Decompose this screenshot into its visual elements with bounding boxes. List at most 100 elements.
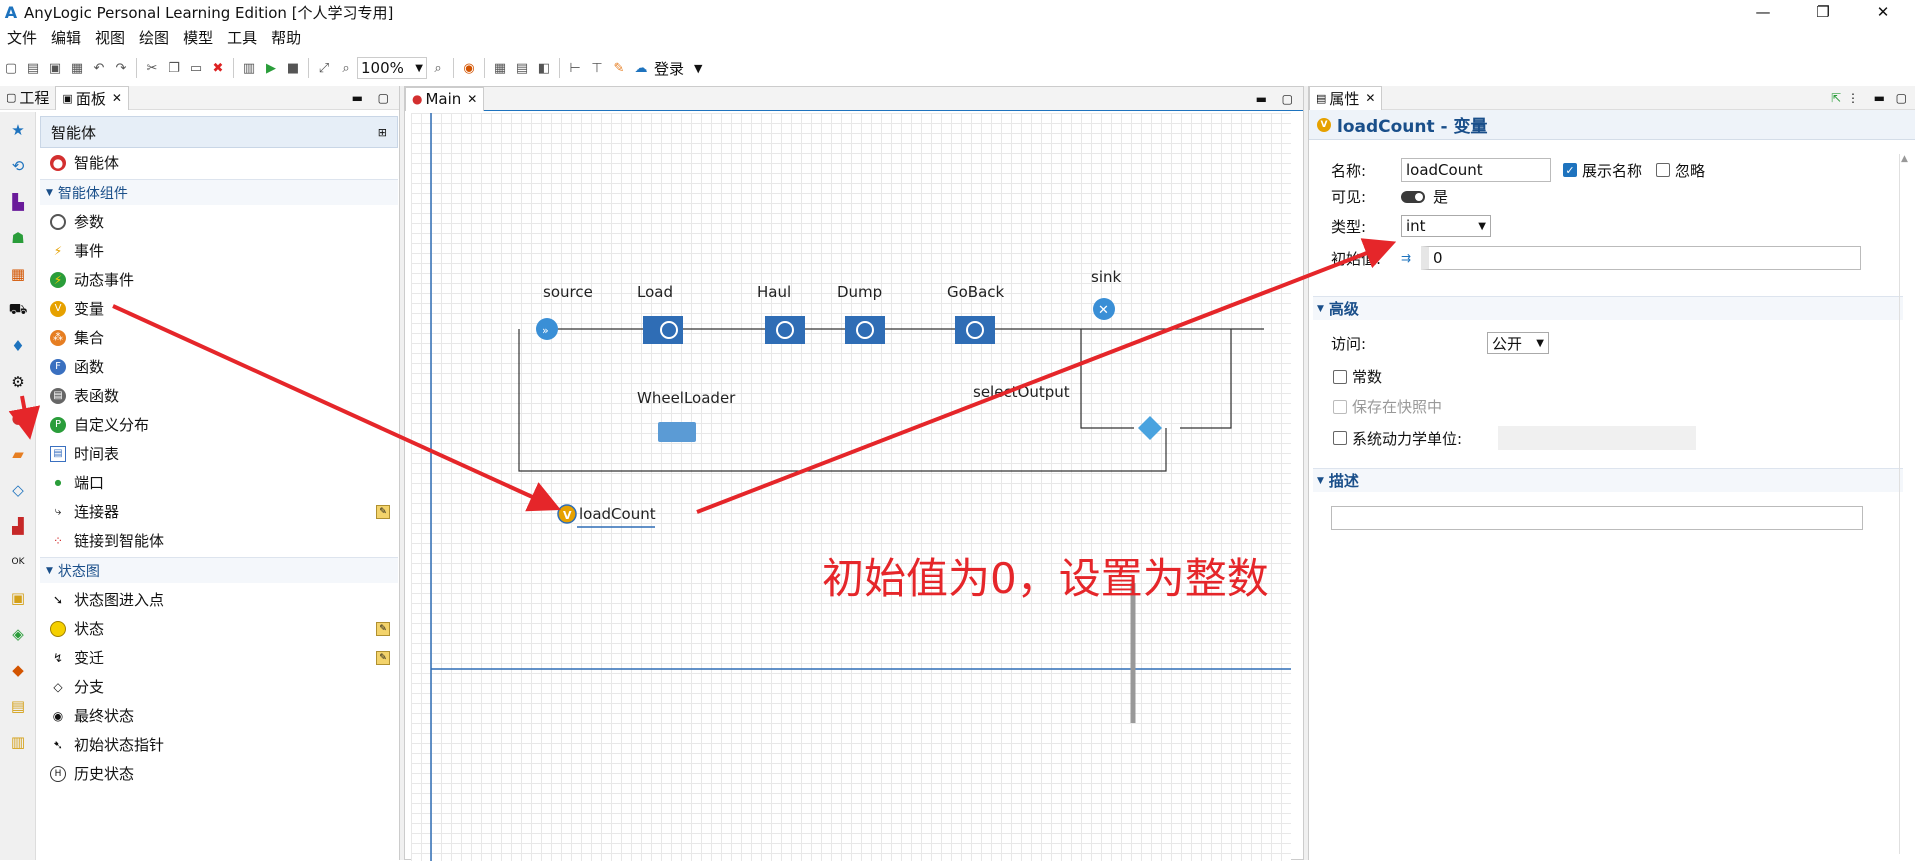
palette-item-initial-state-pointer[interactable]: ➷ 初始状态指针: [40, 730, 398, 759]
menu-draw[interactable]: 绘图: [132, 27, 176, 48]
description-field[interactable]: [1331, 506, 1863, 530]
menu-edit[interactable]: 编辑: [44, 27, 88, 48]
distribute-icon[interactable]: ⊤: [589, 60, 605, 76]
ignore-checkbox[interactable]: [1656, 163, 1671, 177]
menu-help[interactable]: 帮助: [264, 27, 308, 48]
palette-item-collection[interactable]: ⁂ 集合: [40, 323, 398, 352]
highlight-icon[interactable]: ✎: [611, 60, 627, 76]
zoom-fit-icon[interactable]: ⤢: [316, 60, 332, 76]
haul-label[interactable]: Haul: [757, 283, 791, 301]
visible-toggle[interactable]: [1401, 190, 1425, 203]
maximize-panel-icon[interactable]: ▢: [378, 91, 389, 105]
presentation-icon[interactable]: ▰: [0, 436, 36, 472]
login-button[interactable]: 登录: [654, 58, 684, 79]
palette-item-transition[interactable]: ↯ 变迁 ✎: [40, 643, 398, 672]
wheelloader-label[interactable]: WheelLoader: [637, 389, 735, 407]
cloud-icon[interactable]: ☁: [633, 60, 649, 76]
maximize-panel-icon[interactable]: ▢: [1282, 92, 1293, 106]
palette-item-function[interactable]: F 函数: [40, 352, 398, 381]
palette-item-statechart-entry[interactable]: ➘ 状态图进入点: [40, 585, 398, 614]
maximize-panel-icon[interactable]: ▢: [1896, 91, 1907, 105]
palette-item-port[interactable]: ● 端口: [40, 468, 398, 497]
palette-item-branch[interactable]: ◇ 分支: [40, 672, 398, 701]
3d-objects-icon[interactable]: ◈: [0, 616, 36, 652]
stop-icon[interactable]: ■: [285, 60, 301, 76]
align-icon[interactable]: ⊢: [567, 60, 583, 76]
edit-mode-icon[interactable]: ✎: [376, 621, 390, 636]
tab-properties[interactable]: ▤ 属性 ✕: [1309, 85, 1383, 110]
system-dynamics-icon[interactable]: ▤: [0, 688, 36, 724]
section-agent-components[interactable]: ▼ 智能体组件: [40, 179, 398, 205]
palette-item-schedule[interactable]: ▤ 时间表: [40, 439, 398, 468]
palette-item-dynamic-event[interactable]: ⚡ 动态事件: [40, 265, 398, 294]
initial-value-field[interactable]: 0: [1421, 246, 1861, 270]
show-name-checkbox[interactable]: ✓: [1563, 163, 1577, 177]
cut-icon[interactable]: ✂: [144, 60, 160, 76]
rail-icon[interactable]: ▦: [0, 256, 36, 292]
material-handling-icon[interactable]: ⚙: [0, 364, 36, 400]
sd-unit-checkbox[interactable]: [1333, 431, 1347, 445]
connectivity-icon[interactable]: ◆: [0, 652, 36, 688]
agent-icon[interactable]: ●: [0, 400, 36, 436]
load-label[interactable]: Load: [637, 283, 673, 301]
palette-item-parameter[interactable]: 参数: [40, 207, 398, 236]
menu-file[interactable]: 文件: [0, 27, 44, 48]
maximize-button[interactable]: ❐: [1800, 0, 1846, 24]
selectoutput-label[interactable]: selectOutput: [973, 383, 1070, 401]
zoom-select[interactable]: 100% ▼: [357, 57, 427, 79]
open-icon[interactable]: ▤: [25, 60, 41, 76]
pedestrian-icon[interactable]: ☗: [0, 220, 36, 256]
undo-icon[interactable]: ↶: [91, 60, 107, 76]
controls-icon[interactable]: OK: [0, 544, 36, 580]
minimize-button[interactable]: —: [1740, 0, 1786, 24]
minimize-panel-icon[interactable]: ▬: [1256, 92, 1267, 106]
run-icon[interactable]: ▶: [263, 60, 279, 76]
minimize-panel-icon[interactable]: ▬: [352, 91, 363, 105]
delete-icon[interactable]: ✖: [210, 60, 226, 76]
palette-item-final-state[interactable]: ◉ 最终状态: [40, 701, 398, 730]
redo-icon[interactable]: ↷: [113, 60, 129, 76]
grid-view-icon[interactable]: ⊞: [378, 126, 387, 139]
new-icon[interactable]: ▢: [3, 60, 19, 76]
palette-item-agent[interactable]: ● 智能体: [40, 148, 398, 177]
loadcount-variable-label[interactable]: loadCount: [579, 505, 656, 523]
dump-label[interactable]: Dump: [837, 283, 882, 301]
vertical-scrollbar[interactable]: ▲: [1899, 154, 1909, 854]
menu-view[interactable]: 视图: [88, 27, 132, 48]
code-mode-icon[interactable]: ⇉: [1401, 251, 1421, 265]
analysis-icon[interactable]: ▟: [0, 508, 36, 544]
db-icon[interactable]: ▥: [0, 724, 36, 760]
copy-icon[interactable]: ❐: [166, 60, 182, 76]
tab-project[interactable]: ▢ 工程: [0, 86, 55, 110]
close-icon[interactable]: ✕: [1365, 91, 1375, 105]
menu-tools[interactable]: 工具: [220, 27, 264, 48]
zoom-icon[interactable]: ⌕: [338, 60, 354, 76]
section-description[interactable]: ▼ 描述: [1313, 468, 1903, 492]
save-icon[interactable]: ▣: [47, 60, 63, 76]
model-canvas[interactable]: » ✕ V source Load Haul Dump GoBack sink …: [411, 113, 1291, 861]
login-dropdown-icon[interactable]: ▼: [694, 62, 702, 75]
build-icon[interactable]: ▥: [241, 60, 257, 76]
access-select[interactable]: 公开 ▼: [1487, 332, 1549, 354]
pictures-icon[interactable]: ▣: [0, 580, 36, 616]
edit-mode-icon[interactable]: ✎: [376, 650, 390, 665]
palette-item-table-function[interactable]: ▤ 表函数: [40, 381, 398, 410]
palette-item-state[interactable]: 状态 ✎: [40, 614, 398, 643]
section-advanced[interactable]: ▼ 高级: [1313, 296, 1903, 320]
type-select[interactable]: int ▼: [1401, 215, 1491, 237]
paste-icon[interactable]: ▭: [188, 60, 204, 76]
constant-checkbox[interactable]: [1333, 369, 1347, 384]
process-library-icon[interactable]: ▙: [0, 184, 36, 220]
road-traffic-icon[interactable]: ⛟: [0, 292, 36, 328]
scroll-up-icon[interactable]: ▲: [1900, 154, 1909, 164]
grid-icon[interactable]: ▦: [492, 60, 508, 76]
fluid-icon[interactable]: ♦: [0, 328, 36, 364]
close-button[interactable]: ✕: [1860, 0, 1906, 24]
paint-icon[interactable]: ◉: [461, 60, 477, 76]
section-statechart[interactable]: ▼ 状态图: [40, 557, 398, 583]
palette-item-connector[interactable]: ⤷ 连接器 ✎: [40, 497, 398, 526]
history-icon[interactable]: ⟲: [0, 148, 36, 184]
save-all-icon[interactable]: ▦: [69, 60, 85, 76]
snap-icon[interactable]: ▤: [514, 60, 530, 76]
source-label[interactable]: source: [543, 283, 593, 301]
